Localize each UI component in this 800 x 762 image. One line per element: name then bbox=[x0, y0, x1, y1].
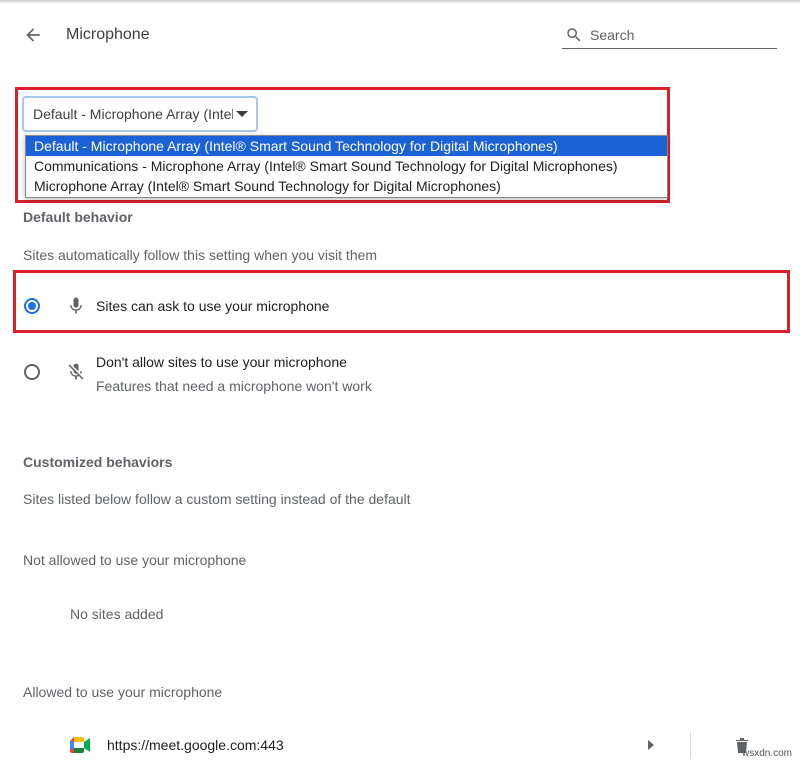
not-allowed-label: Not allowed to use your microphone bbox=[23, 552, 247, 568]
chevron-right-icon[interactable] bbox=[646, 739, 656, 751]
option-label-ask: Sites can ask to use your microphone bbox=[96, 298, 330, 314]
search-icon bbox=[567, 28, 581, 42]
microphone-off-icon bbox=[68, 363, 84, 380]
option-sublabel-block: Features that need a microphone won't wo… bbox=[96, 378, 372, 394]
site-url[interactable]: https://meet.google.com:443 bbox=[107, 737, 284, 753]
chevron-down-icon bbox=[236, 111, 248, 117]
page-title: Microphone bbox=[66, 26, 150, 43]
option-label-block: Don't allow sites to use your microphone bbox=[96, 354, 347, 370]
customized-behaviors-heading: Customized behaviors bbox=[23, 454, 173, 470]
arrow-back-icon bbox=[26, 28, 40, 42]
radio-block-microphone[interactable] bbox=[24, 364, 40, 380]
window-top-edge bbox=[0, 0, 800, 4]
dropdown-option[interactable]: Default - Microphone Array (Intel® Smart… bbox=[26, 136, 667, 156]
microphone-icon bbox=[70, 297, 82, 314]
watermark-text: wsxdn.com bbox=[741, 748, 792, 759]
dropdown-option[interactable]: Microphone Array (Intel® Smart Sound Tec… bbox=[26, 176, 667, 196]
default-behavior-description: Sites automatically follow this setting … bbox=[23, 247, 378, 263]
customized-behaviors-description: Sites listed below follow a custom setti… bbox=[23, 491, 411, 507]
row-divider bbox=[690, 731, 691, 759]
search-field[interactable] bbox=[562, 22, 777, 49]
search-input[interactable] bbox=[588, 26, 772, 44]
google-meet-icon bbox=[70, 737, 90, 753]
default-behavior-heading: Default behavior bbox=[23, 209, 133, 225]
no-sites-added-text: No sites added bbox=[70, 606, 164, 622]
dropdown-option[interactable]: Communications - Microphone Array (Intel… bbox=[26, 156, 667, 176]
device-dropdown-list: Default - Microphone Array (Intel® Smart… bbox=[25, 135, 668, 198]
back-button[interactable] bbox=[20, 22, 46, 48]
radio-ask-to-use-microphone[interactable] bbox=[24, 298, 40, 314]
select-current-value: Default - Microphone Array (Intel® Smart… bbox=[33, 106, 233, 122]
microphone-device-select[interactable]: Default - Microphone Array (Intel® Smart… bbox=[22, 96, 258, 132]
allowed-label: Allowed to use your microphone bbox=[23, 684, 223, 700]
